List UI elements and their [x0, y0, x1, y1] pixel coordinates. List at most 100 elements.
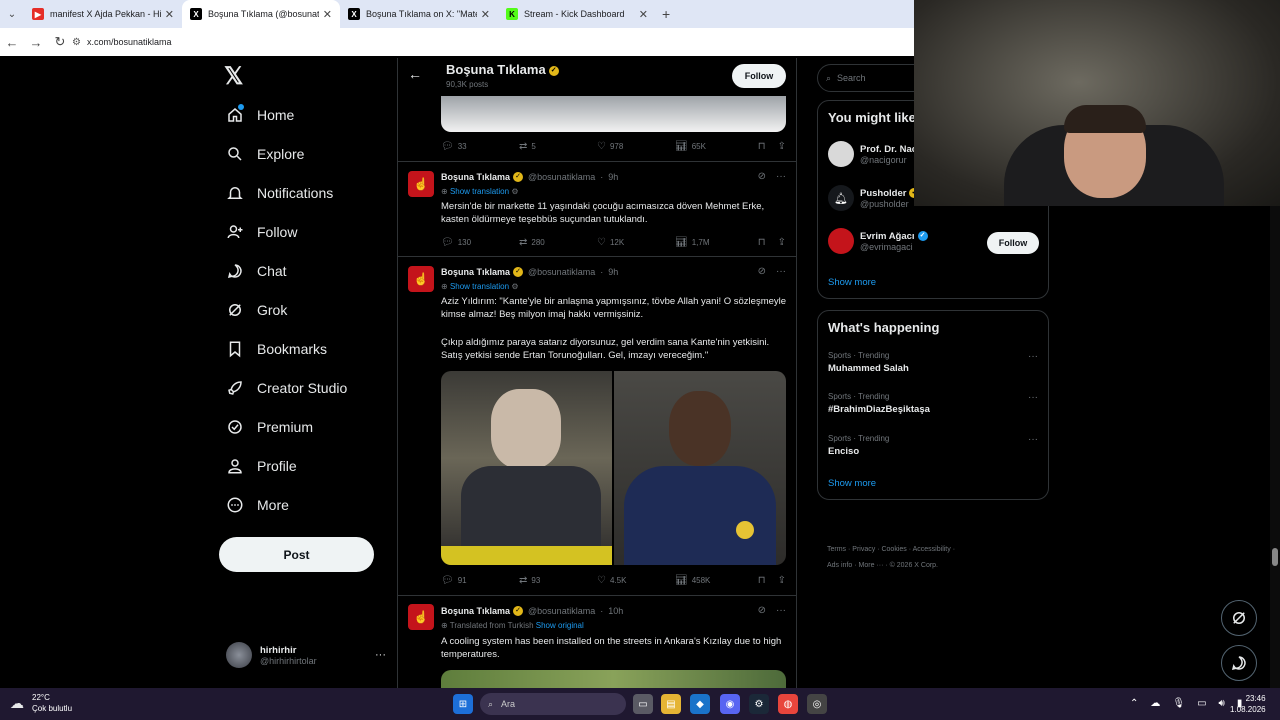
sidebar-item-premium[interactable]: Premium [226, 418, 313, 436]
x-logo-icon[interactable]: 𝕏 [224, 62, 243, 91]
tab-profile[interactable]: X Boşuna Tıklama (@bosunatiklar ✕ [182, 0, 340, 28]
bookmark-icon[interactable]: ⊓ [758, 575, 766, 586]
sidebar-item-notifications[interactable]: Notifications [226, 184, 333, 202]
sidebar-item-chat[interactable]: Chat [226, 262, 287, 280]
footer-link[interactable]: Privacy [852, 546, 875, 553]
post-button[interactable]: Post [219, 537, 374, 572]
tab-list-chevron-icon[interactable]: ⌄ [0, 9, 24, 20]
grok-fab-icon[interactable] [1221, 600, 1257, 636]
file-explorer-icon[interactable]: ▤ [661, 694, 681, 714]
verified-badge-icon: ✓ [513, 171, 524, 182]
tweet-photo[interactable] [441, 670, 786, 688]
like-button[interactable]: ♡ 978 [597, 141, 675, 152]
footer-link[interactable]: Terms [827, 546, 846, 553]
sidebar-item-follow[interactable]: Follow [226, 223, 297, 241]
tab-post[interactable]: X Boşuna Tıklama on X: "Matema ✕ [340, 0, 498, 28]
close-tab-icon[interactable]: ✕ [165, 8, 174, 21]
suggestion-item[interactable]: Evrim Ağacı ✓ @evrimagaci Follow [828, 228, 1040, 254]
trend-item[interactable]: Sports · Trending Enciso ··· [828, 434, 1040, 457]
footer-link[interactable]: Ads info [827, 562, 852, 569]
show-original-link[interactable]: Show original [536, 621, 584, 630]
close-tab-icon[interactable]: ✕ [323, 8, 332, 21]
back-icon[interactable]: ← [0, 35, 24, 50]
tweet-photo-grid[interactable] [441, 371, 786, 565]
trend-item[interactable]: Sports · Trending Muhammed Salah ··· [828, 351, 1040, 374]
share-icon[interactable]: ⇪ [778, 141, 786, 152]
sidebar-item-home[interactable]: Home [226, 104, 294, 124]
forward-icon[interactable]: → [24, 35, 48, 50]
tab-kick[interactable]: K Stream - Kick Dashboard ✕ [498, 0, 656, 28]
photo-right[interactable] [614, 371, 786, 565]
store-icon[interactable]: ◆ [690, 694, 710, 714]
more-dots-icon[interactable]: ··· [375, 649, 386, 661]
more-dots-icon[interactable]: ··· [1028, 434, 1038, 445]
like-button[interactable]: ♡ 12K [597, 237, 675, 248]
site-info-icon[interactable]: ⚙ [72, 37, 81, 48]
sidebar-item-profile[interactable]: Profile [226, 457, 297, 475]
show-translation-link[interactable]: ⊕ Show translation ⚙ [441, 282, 519, 291]
new-tab-icon[interactable]: + [662, 6, 670, 22]
back-arrow-icon[interactable]: ← [408, 66, 422, 82]
views-button[interactable]: 📊︎ 1,7M [675, 237, 753, 248]
bookmark-icon[interactable]: ⊓ [758, 141, 766, 152]
more-dots-icon[interactable]: ··· [776, 266, 786, 277]
repost-button[interactable]: ⇄ 280 [519, 237, 597, 248]
follow-button[interactable]: Follow [732, 64, 786, 88]
steam-icon[interactable]: ⚙ [749, 694, 769, 714]
share-icon[interactable]: ⇪ [778, 237, 786, 248]
chat-fab-icon[interactable] [1221, 645, 1257, 681]
tab-youtube[interactable]: ▶ manifest X Ajda Pekkan - Hileli ✕ [24, 0, 182, 28]
show-more-link[interactable]: Show more [828, 277, 876, 288]
grok-icon[interactable]: ⊘ [758, 266, 766, 277]
tweet-avatar[interactable]: ☝ [408, 171, 434, 197]
tweet-avatar[interactable]: ☝ [408, 266, 434, 292]
footer-link[interactable]: More ··· [859, 562, 884, 569]
views-button[interactable]: 📊︎ 65K [675, 141, 753, 152]
trend-item[interactable]: Sports · Trending #BrahimDiazBeşiktaşa ··· [828, 392, 1040, 415]
windows-start-icon[interactable]: ⊞ [453, 694, 473, 714]
bookmark-icon[interactable]: ⊓ [758, 237, 766, 248]
show-more-link[interactable]: Show more [828, 478, 876, 489]
taskbar-search[interactable]: ⌕ Ara [480, 693, 626, 715]
reload-icon[interactable]: ↻ [48, 34, 72, 50]
scrollbar-thumb[interactable] [1272, 548, 1278, 566]
clock[interactable]: 23:46 1.08.2026 [1230, 693, 1266, 715]
like-button[interactable]: ♡ 4.5K [597, 575, 675, 586]
sidebar-item-more[interactable]: More [226, 496, 289, 514]
share-icon[interactable]: ⇪ [778, 575, 786, 586]
views-icon: 📊︎ [675, 574, 688, 586]
task-view-icon[interactable]: ▭ [633, 694, 653, 714]
chrome-icon[interactable]: ◍ [778, 694, 798, 714]
sidebar-item-bookmarks[interactable]: Bookmarks [226, 340, 327, 358]
views-button[interactable]: 📊︎ 458K [675, 575, 753, 586]
grok-icon[interactable]: ⊘ [758, 605, 766, 616]
more-dots-icon[interactable]: ··· [776, 171, 786, 182]
url-field[interactable]: x.com/bosunatiklama [87, 37, 172, 47]
reply-button[interactable]: 💬︎ 91 [441, 575, 519, 586]
sidebar-item-grok[interactable]: Grok [226, 301, 287, 319]
repost-button[interactable]: ⇄ 5 [519, 141, 597, 152]
tweet-avatar[interactable]: ☝ [408, 604, 434, 630]
grok-icon[interactable]: ⊘ [758, 171, 766, 182]
close-tab-icon[interactable]: ✕ [639, 8, 648, 21]
more-dots-icon[interactable]: ··· [1028, 351, 1038, 362]
photo-left[interactable] [441, 371, 612, 565]
reply-button[interactable]: 💬︎ 130 [441, 237, 519, 248]
footer-link[interactable]: Accessibility [913, 546, 951, 553]
weather-widget[interactable]: ☁ 22°C Çok bulutlu [10, 692, 72, 714]
sidebar-item-creator-studio[interactable]: Creator Studio [226, 379, 347, 397]
system-tray[interactable]: ⌃ ☁ 🎙︎ ▭ 🔊︎ ▮ [1130, 698, 1242, 709]
account-switcher[interactable]: hirhirhir @hirhirhirtolar ··· [226, 642, 386, 668]
repost-button[interactable]: ⇄ 93 [519, 575, 597, 586]
more-dots-icon[interactable]: ··· [776, 605, 786, 616]
discord-icon[interactable]: ◉ [720, 694, 740, 714]
more-dots-icon[interactable]: ··· [1028, 392, 1038, 403]
close-tab-icon[interactable]: ✕ [481, 8, 490, 21]
reply-button[interactable]: 💬︎ 33 [441, 141, 519, 152]
footer-link[interactable]: Cookies [881, 546, 906, 553]
follow-button[interactable]: Follow [987, 232, 1039, 254]
tweet-media[interactable] [441, 96, 786, 132]
app-icon[interactable]: ◎ [807, 694, 827, 714]
sidebar-item-explore[interactable]: Explore [226, 145, 304, 163]
show-translation-link[interactable]: ⊕ Show translation ⚙ [441, 187, 519, 196]
